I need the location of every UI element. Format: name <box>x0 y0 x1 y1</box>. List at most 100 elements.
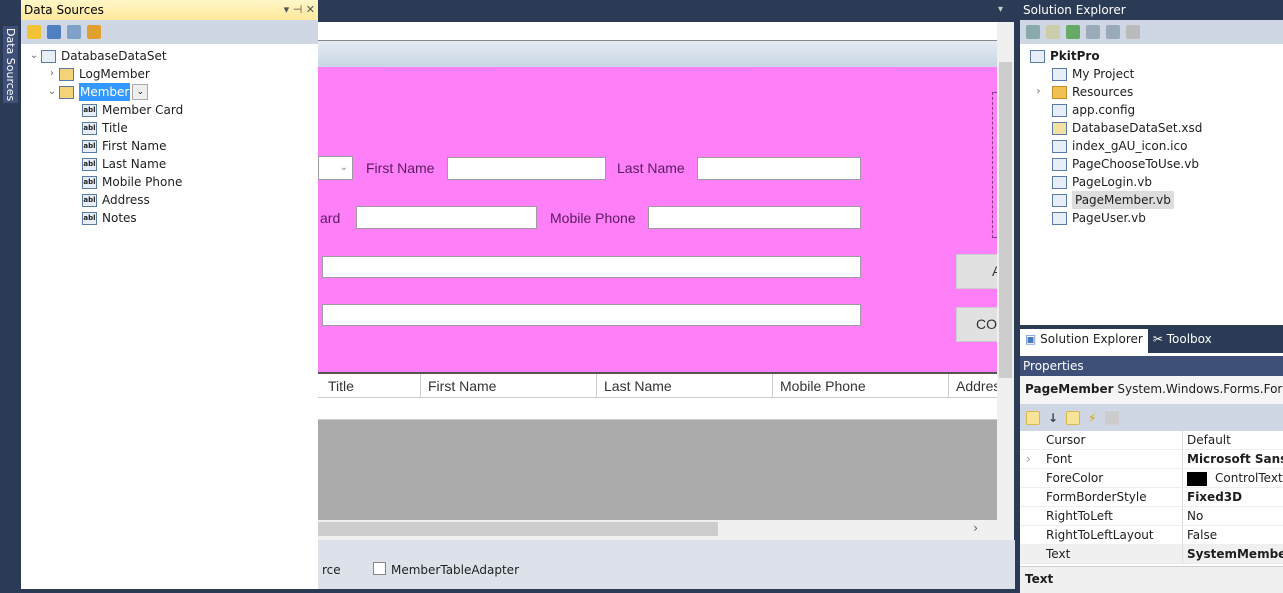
notes-input[interactable] <box>322 304 861 326</box>
horizontal-scrollbar[interactable]: › <box>318 520 998 540</box>
chevron-right-icon[interactable]: › <box>1025 83 1052 101</box>
scroll-thumb[interactable] <box>318 522 718 536</box>
tree-item[interactable]: app.config <box>1020 101 1283 119</box>
scroll-thumb[interactable] <box>999 62 1012 378</box>
add-data-source-icon[interactable] <box>27 25 41 39</box>
property-value[interactable]: Microsoft Sans Se <box>1182 450 1283 468</box>
tree-item-selected[interactable]: PageMember.vb <box>1020 191 1283 209</box>
refresh-icon[interactable] <box>1066 25 1080 39</box>
properties-icon[interactable] <box>1026 25 1040 39</box>
textbox-icon: abl <box>82 193 97 207</box>
property-grid: CursorDefault › Font Microsoft Sans Se For… <box>1020 431 1283 566</box>
property-row[interactable]: FormBorderStyle Fixed3D <box>1020 488 1283 507</box>
mobile-phone-input[interactable] <box>648 206 861 229</box>
field-label: Address <box>102 193 150 207</box>
member-card-input[interactable] <box>356 206 537 229</box>
dropdown-icon[interactable]: ▾ <box>284 3 290 16</box>
tree-table-member[interactable]: ⌄ Member ⌄ <box>21 83 318 101</box>
events-icon[interactable]: ⚡ <box>1088 411 1096 425</box>
chevron-right-icon[interactable]: › <box>45 65 59 83</box>
first-name-input[interactable] <box>447 157 606 180</box>
field-last-name[interactable]: abl Last Name <box>21 155 318 173</box>
data-sources-side-tab[interactable]: Data Sources <box>0 0 21 589</box>
categorized-icon[interactable] <box>1026 410 1040 425</box>
property-value[interactable]: ControlText <box>1215 471 1283 485</box>
tab-solution-explorer[interactable]: ▣ Solution Explorer <box>1020 329 1148 353</box>
scroll-right-icon[interactable]: › <box>973 521 978 535</box>
refresh-icon[interactable] <box>87 25 101 39</box>
tab-toolbox[interactable]: ✂ Toolbox <box>1148 329 1217 353</box>
field-mobile-phone[interactable]: abl Mobile Phone <box>21 173 318 191</box>
field-member-card[interactable]: abl Member Card <box>21 101 318 119</box>
view-designer-icon[interactable] <box>1106 25 1120 39</box>
configure-icon[interactable] <box>67 25 81 39</box>
field-notes[interactable]: abl Notes <box>21 209 318 227</box>
binding-source-component[interactable]: rce <box>322 563 341 577</box>
field-label: Notes <box>102 211 137 225</box>
property-value[interactable]: Fixed3D <box>1182 488 1283 506</box>
table-row[interactable] <box>318 398 998 420</box>
field-address[interactable]: abl Address <box>21 191 318 209</box>
tree-item[interactable]: index_gAU_icon.ico <box>1020 137 1283 155</box>
class-diagram-icon[interactable] <box>1126 25 1140 39</box>
drop-type-dropdown[interactable]: ⌄ <box>132 84 149 100</box>
tree-item[interactable]: PageLogin.vb <box>1020 173 1283 191</box>
property-value[interactable]: SystemMember <box>1182 545 1283 563</box>
tree-label: LogMember <box>79 67 150 81</box>
properties-icon[interactable] <box>1066 410 1081 425</box>
properties-object-selector[interactable]: PageMember System.Windows.Forms.Form <box>1020 376 1283 404</box>
title-combobox[interactable]: ⌄ <box>318 156 353 180</box>
property-value[interactable]: No <box>1182 507 1283 525</box>
add-button[interactable]: A <box>956 254 998 289</box>
tree-item[interactable]: My Project <box>1020 65 1283 83</box>
confirm-button[interactable]: CO <box>956 307 998 342</box>
property-row[interactable]: ForeColor ControlText <box>1020 469 1283 488</box>
tree-dataset[interactable]: ⌄ DatabaseDataSet <box>21 47 318 65</box>
vertical-scrollbar[interactable] <box>997 22 1014 540</box>
tree-table-logmember[interactable]: › LogMember <box>21 65 318 83</box>
last-name-input[interactable] <box>697 157 861 180</box>
address-input[interactable] <box>322 256 861 278</box>
dropdown-icon[interactable]: ▾ <box>998 4 1003 15</box>
project-node[interactable]: PkitPro <box>1020 47 1283 65</box>
icon-file-icon <box>1052 139 1067 153</box>
alphabetical-icon[interactable]: ↓ <box>1048 411 1058 425</box>
property-name: FormBorderStyle <box>1020 488 1182 506</box>
column-header-title[interactable]: Title <box>328 378 354 394</box>
edit-dataset-icon[interactable] <box>47 25 61 39</box>
property-pages-icon[interactable] <box>1104 410 1119 425</box>
field-first-name[interactable]: abl First Name <box>21 137 318 155</box>
property-row[interactable]: › Font Microsoft Sans Se <box>1020 450 1283 469</box>
field-title[interactable]: abl Title <box>21 119 318 137</box>
property-row[interactable]: Cursor Default <box>1020 431 1283 450</box>
tree-label: DatabaseDataSet <box>61 49 167 63</box>
panel-tabs: ▣ Solution Explorer ✂ Toolbox <box>1020 325 1283 353</box>
chevron-down-icon[interactable]: ⌄ <box>27 47 41 65</box>
tree-label: DatabaseDataSet.xsd <box>1072 121 1203 135</box>
member-card-label: ard <box>320 210 341 226</box>
button-label: CO <box>976 316 997 332</box>
tab-label: Solution Explorer <box>1040 332 1143 346</box>
pin-icon[interactable]: ⊣ <box>293 3 303 16</box>
tree-item[interactable]: › Resources <box>1020 83 1283 101</box>
tree-item[interactable]: PageChooseToUse.vb <box>1020 155 1283 173</box>
first-name-label: First Name <box>366 160 435 176</box>
property-name: Cursor <box>1020 431 1182 449</box>
property-value[interactable]: Default <box>1182 431 1283 449</box>
property-row[interactable]: RightToLeftLayout False <box>1020 526 1283 545</box>
chevron-right-icon[interactable]: › <box>1026 450 1031 469</box>
property-row[interactable]: RightToLeft No <box>1020 507 1283 526</box>
tree-item[interactable]: DatabaseDataSet.xsd <box>1020 119 1283 137</box>
side-tab-label: Data Sources <box>3 26 18 104</box>
view-code-icon[interactable] <box>1086 25 1100 39</box>
member-table-adapter-component[interactable]: MemberTableAdapter <box>391 563 519 577</box>
tree-item[interactable]: PageUser.vb <box>1020 209 1283 227</box>
member-datagrid[interactable]: Title First Name Last Name Mobile Phone … <box>318 372 1000 520</box>
show-all-files-icon[interactable] <box>1046 25 1060 39</box>
textbox-icon: abl <box>82 139 97 153</box>
close-icon[interactable]: ✕ <box>306 3 315 16</box>
property-row-selected[interactable]: Text SystemMember <box>1020 545 1283 564</box>
chevron-down-icon[interactable]: ⌄ <box>45 83 59 101</box>
field-label: Member Card <box>102 103 184 117</box>
property-value[interactable]: False <box>1182 526 1283 544</box>
